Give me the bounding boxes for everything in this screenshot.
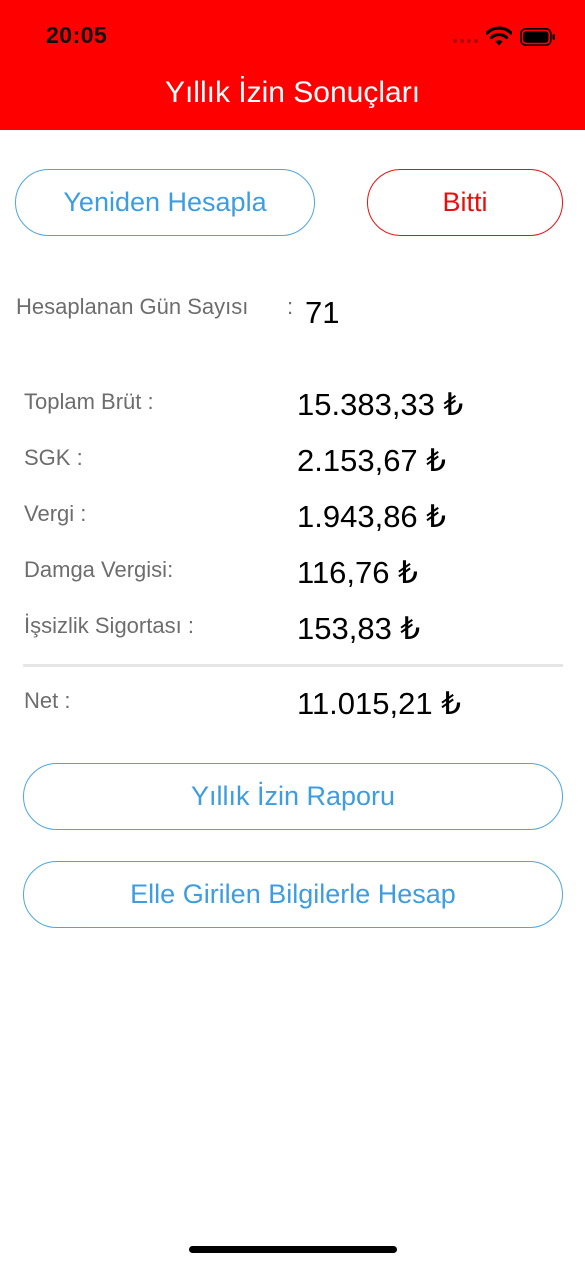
net-value: 11.015,21 ₺ (297, 686, 461, 721)
recalculate-button[interactable]: Yeniden Hesapla (15, 169, 315, 236)
battery-icon (520, 28, 555, 46)
day-count-value: 71 (305, 295, 340, 330)
done-button[interactable]: Bitti (367, 169, 563, 236)
status-time: 20:05 (46, 22, 108, 48)
tax-label: Vergi : (24, 501, 87, 526)
page-title: Yıllık İzin Sonuçları (164, 76, 421, 109)
sgk-value: 2.153,67 ₺ (297, 443, 447, 478)
signal-dots-icon (453, 39, 478, 43)
wifi-icon (486, 26, 512, 46)
unemployment-insurance-label: İşsizlik Sigortası : (24, 613, 194, 638)
net-label: Net : (24, 688, 71, 713)
gross-total-value: 15.383,33 ₺ (297, 387, 464, 422)
home-indicator[interactable] (189, 1246, 397, 1253)
day-count-label: Hesaplanan Gün Sayısı (16, 294, 249, 319)
gross-total-label: Toplam Brüt : (24, 389, 154, 414)
day-count-colon: : (287, 294, 294, 319)
nav-bar: 20:05 Yıllık İzin Sonuçları (0, 0, 585, 130)
tax-value: 1.943,86 ₺ (297, 499, 447, 534)
manual-input-calculation-button[interactable]: Elle Girilen Bilgilerle Hesap (23, 861, 563, 928)
annual-leave-report-button[interactable]: Yıllık İzin Raporu (23, 763, 563, 830)
stamp-tax-label: Damga Vergisi: (24, 557, 174, 582)
sgk-label: SGK : (24, 445, 83, 470)
unemployment-insurance-value: 153,83 ₺ (297, 611, 421, 646)
divider (23, 664, 563, 667)
stamp-tax-value: 116,76 ₺ (297, 555, 418, 590)
